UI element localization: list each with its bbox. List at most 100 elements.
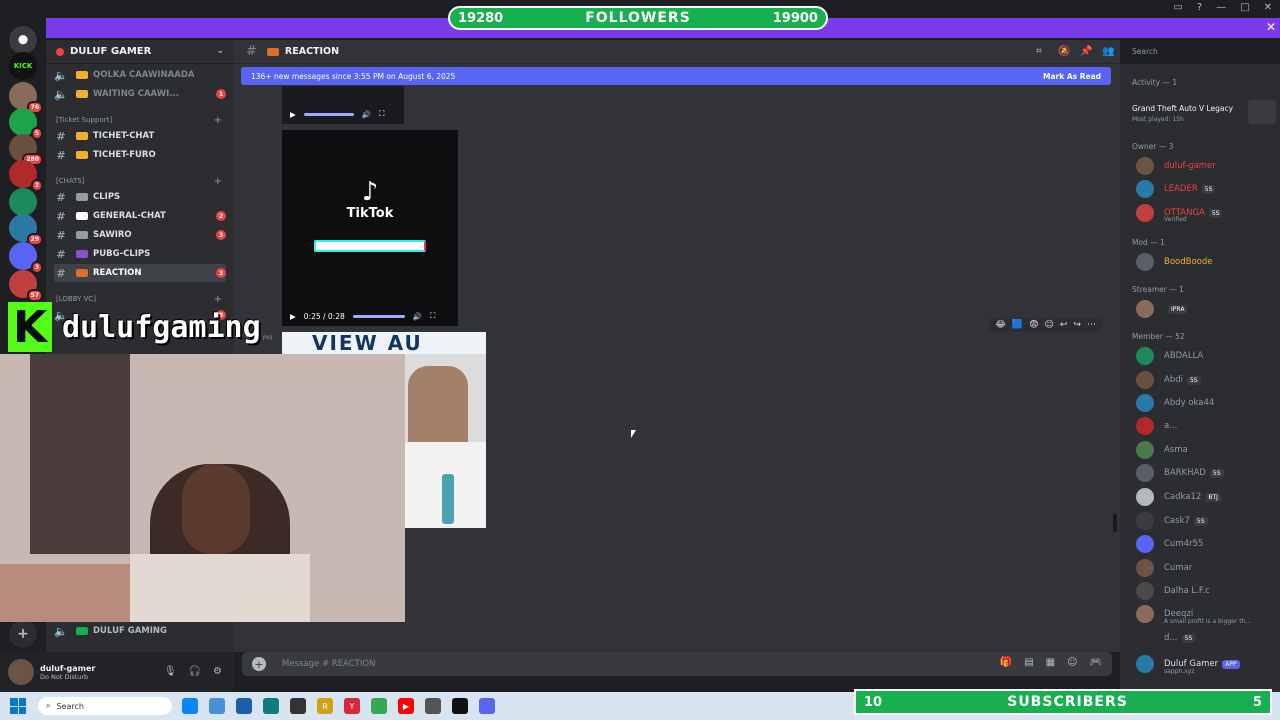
progress-bar[interactable]: [352, 314, 405, 318]
server-icon[interactable]: [9, 188, 37, 216]
gift-icon[interactable]: 🎁: [1000, 657, 1012, 668]
member-item[interactable]: Cumar: [1136, 558, 1276, 578]
avatar[interactable]: [8, 659, 34, 685]
fullscreen-icon[interactable]: ⛶: [379, 109, 384, 119]
minimize-icon[interactable]: —: [1216, 2, 1226, 13]
server-icon[interactable]: 5: [9, 108, 43, 140]
members-icon[interactable]: 👥: [1102, 46, 1114, 58]
text-channel-active[interactable]: # REACTION 3: [54, 264, 226, 282]
tiktok-video[interactable]: ♪ TikTok ▶ 0:25 / 0:28 🔊 ⛶: [282, 130, 458, 326]
direct-messages-icon[interactable]: ⬤: [9, 26, 37, 54]
member-item[interactable]: a...: [1136, 416, 1276, 436]
text-channel[interactable]: # CLIPS: [54, 188, 226, 206]
activity-game[interactable]: Grand Theft Auto V Legacy: [1132, 104, 1233, 113]
member-item[interactable]: Dalha L.F.c: [1136, 581, 1276, 601]
member-item[interactable]: BoodBoode: [1136, 252, 1276, 272]
app-icon[interactable]: [425, 698, 441, 714]
attach-plus-icon[interactable]: +: [252, 657, 266, 671]
more-icon[interactable]: ⋯: [1087, 320, 1096, 330]
reply-icon[interactable]: ↩: [1060, 320, 1068, 330]
mute-bell-icon[interactable]: 🔕: [1058, 46, 1070, 58]
text-channel[interactable]: # TICHET-FURO: [54, 146, 226, 164]
server-icon[interactable]: 76: [9, 82, 43, 114]
member-item[interactable]: IPRA: [1136, 299, 1276, 319]
server-icon[interactable]: 3: [9, 242, 43, 274]
category-ticket[interactable]: [Ticket Support] +: [56, 114, 224, 126]
discord-icon[interactable]: [479, 698, 495, 714]
category-chats[interactable]: [CHATS] +: [56, 175, 224, 187]
threads-icon[interactable]: ⌗: [1036, 46, 1048, 58]
server-icon[interactable]: 280: [9, 134, 43, 166]
text-channel[interactable]: # PUBG-CLIPS: [54, 245, 226, 263]
volume-icon[interactable]: 🔊: [413, 312, 422, 321]
close-icon[interactable]: ✕: [1266, 20, 1276, 34]
volume-slider[interactable]: [303, 112, 354, 116]
search-input[interactable]: Search: [1128, 44, 1274, 60]
chevron-down-icon[interactable]: ⌄: [216, 46, 224, 56]
text-channel[interactable]: # SAWIRO 3: [54, 226, 226, 244]
guild-header[interactable]: DULUF GAMER ⌄: [46, 40, 234, 64]
gif-icon[interactable]: ▤: [1024, 657, 1033, 668]
yandex-icon[interactable]: Y: [344, 698, 360, 714]
volume-icon[interactable]: 🔊: [362, 110, 371, 119]
server-kick[interactable]: KICK: [9, 52, 37, 80]
member-item[interactable]: Cadka12 BTJ: [1136, 487, 1276, 507]
member-item[interactable]: BARKHAD 5S: [1136, 463, 1276, 483]
rockstar-icon[interactable]: R: [317, 698, 333, 714]
emoji-icon[interactable]: ☺: [1067, 657, 1077, 668]
play-icon[interactable]: ▶: [290, 312, 296, 321]
apps-icon[interactable]: 🎮: [1090, 657, 1102, 668]
obs-icon[interactable]: [452, 698, 468, 714]
member-item[interactable]: d... 5S: [1136, 628, 1276, 648]
edge-icon[interactable]: [182, 698, 198, 714]
voice-channel[interactable]: 🔈 DULUF GAMING: [54, 622, 226, 640]
member-item[interactable]: Duluf Gamer APP: [1136, 654, 1276, 674]
voice-channel[interactable]: 🔈 WAITING CAAWI... 1: [54, 85, 226, 103]
mail-icon[interactable]: [209, 698, 225, 714]
member-item[interactable]: ABDALLA: [1136, 346, 1276, 366]
plus-icon[interactable]: +: [214, 115, 222, 126]
forward-icon[interactable]: ↪: [1073, 320, 1081, 330]
voice-channel[interactable]: 🔈 QOLKA CAAWINAADA: [54, 66, 226, 84]
member-item[interactable]: Asma: [1136, 440, 1276, 460]
member-item[interactable]: LEADER 5S: [1136, 179, 1276, 199]
server-icon[interactable]: 29: [9, 214, 43, 246]
window-close-icon[interactable]: ✕: [1264, 2, 1272, 13]
add-reaction-icon[interactable]: ☺: [1045, 320, 1054, 330]
member-item[interactable]: Abdy oka44: [1136, 393, 1276, 413]
member-item[interactable]: Cum4r55: [1136, 534, 1276, 554]
taskbar-search[interactable]: ⌕ Search: [38, 697, 172, 715]
help-icon[interactable]: ?: [1197, 2, 1202, 13]
new-messages-bar[interactable]: 136+ new messages since 3:55 PM on Augus…: [241, 67, 1111, 85]
mark-as-read-button[interactable]: Mark As Read: [1043, 72, 1101, 81]
maximize-icon[interactable]: □: [1240, 2, 1249, 13]
text-channel[interactable]: # GENERAL-CHAT 2: [54, 207, 226, 225]
text-channel[interactable]: # TICHET-CHAT: [54, 127, 226, 145]
react-emoji-icon[interactable]: 😂: [995, 320, 1006, 330]
react-emoji-icon[interactable]: 😨: [1029, 320, 1038, 330]
video-player[interactable]: ▶ 🔊 ⛶: [282, 86, 404, 124]
file-explorer-icon[interactable]: [236, 698, 252, 714]
store-icon[interactable]: [263, 698, 279, 714]
fullscreen-icon[interactable]: ⛶: [430, 311, 435, 321]
windows-start-icon[interactable]: [10, 698, 26, 714]
play-icon[interactable]: ▶: [290, 110, 296, 119]
microphone-icon[interactable]: 🎙: [164, 666, 177, 677]
epic-games-icon[interactable]: [290, 698, 306, 714]
server-icon[interactable]: 57: [9, 270, 43, 302]
member-item[interactable]: Abdi 5S: [1136, 370, 1276, 390]
chrome-icon[interactable]: [371, 698, 387, 714]
user-info[interactable]: duluf-gamer Do Not Disturb: [40, 664, 95, 681]
member-item[interactable]: OTTANGA 5S: [1136, 203, 1276, 223]
server-icon[interactable]: 2: [9, 160, 43, 192]
message-composer[interactable]: + Message # REACTION 🎁 ▤ ▦ ☺ 🎮: [242, 652, 1112, 676]
plus-icon[interactable]: +: [214, 176, 222, 187]
sticker-icon[interactable]: ▦: [1046, 657, 1055, 668]
message-input[interactable]: Message # REACTION: [282, 659, 375, 669]
inbox-icon[interactable]: ▭: [1173, 2, 1182, 13]
scrollbar-thumb[interactable]: [1113, 514, 1117, 532]
pin-icon[interactable]: 📌: [1080, 46, 1092, 58]
settings-gear-icon[interactable]: ⚙: [213, 666, 222, 677]
member-item[interactable]: Cask7 5S: [1136, 511, 1276, 531]
react-emoji-icon[interactable]: 🟦: [1012, 320, 1023, 330]
